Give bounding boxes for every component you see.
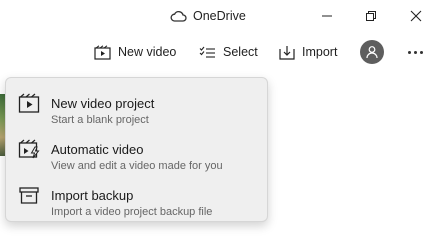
minimize-icon (322, 15, 332, 17)
new-video-label: New video (118, 45, 177, 59)
video-project-icon (18, 93, 40, 113)
account-avatar[interactable] (360, 40, 384, 64)
menu-item-title: New video project (51, 96, 155, 111)
onedrive-label: OneDrive (193, 9, 246, 23)
import-label: Import (302, 45, 338, 59)
restore-button[interactable] (356, 4, 386, 28)
menu-item-new-video-project[interactable]: New video project Start a blank project (6, 84, 267, 128)
new-video-icon (94, 44, 111, 60)
more-options-button[interactable] (402, 40, 428, 64)
person-icon (366, 46, 378, 59)
menu-item-automatic-video[interactable]: Automatic video View and edit a video ma… (6, 130, 267, 174)
close-icon (410, 10, 422, 22)
menu-item-subtitle: Import a video project backup file (51, 206, 213, 218)
onedrive-button[interactable]: OneDrive (170, 7, 246, 25)
menu-item-subtitle: View and edit a video made for you (51, 160, 223, 172)
new-video-button[interactable]: New video (94, 38, 176, 66)
select-icon (199, 46, 215, 58)
select-button[interactable]: Select (199, 38, 258, 66)
more-dot (413, 50, 417, 54)
new-video-menu: New video project Start a blank project … (5, 77, 268, 222)
automatic-video-icon (18, 139, 40, 159)
more-dot (407, 50, 411, 54)
minimize-button[interactable] (312, 4, 342, 28)
menu-item-title: Import backup (51, 188, 134, 203)
import-backup-icon (19, 187, 39, 204)
import-icon (279, 45, 295, 60)
menu-item-import-backup[interactable]: Import backup Import a video project bac… (6, 176, 267, 220)
title-bar: OneDrive (0, 0, 440, 32)
menu-item-title: Automatic video (51, 142, 144, 157)
more-dot (419, 50, 423, 54)
import-button[interactable]: Import (279, 38, 337, 66)
restore-icon (366, 11, 376, 21)
cloud-icon (170, 11, 187, 22)
select-label: Select (223, 45, 258, 59)
menu-item-subtitle: Start a blank project (51, 114, 149, 126)
close-button[interactable] (401, 4, 431, 28)
